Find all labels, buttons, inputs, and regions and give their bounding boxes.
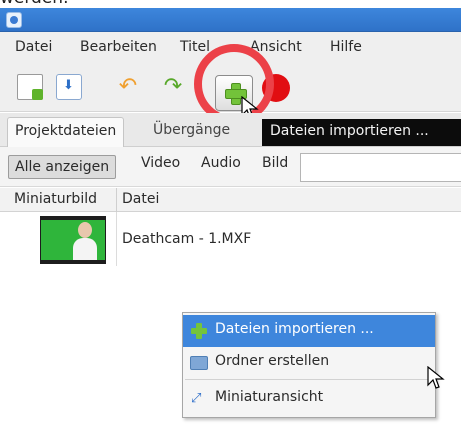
menu-titel[interactable]: Titel	[180, 39, 210, 55]
context-item-label: Miniaturansicht	[215, 389, 324, 405]
cursor-icon	[427, 366, 445, 389]
filter-video-button[interactable]: Video	[141, 155, 180, 171]
column-thumbnail[interactable]: Miniaturbild	[14, 191, 97, 207]
folder-icon	[190, 356, 208, 370]
table-row[interactable]: Deathcam - 1.MXF	[0, 212, 461, 266]
document-text-strip: werden.	[0, 0, 461, 8]
context-item-thumbnail-view[interactable]: ⤢ Miniaturansicht	[183, 383, 435, 415]
annotation-ring	[194, 44, 274, 124]
menu-hilfe[interactable]: Hilfe	[330, 39, 362, 55]
app-icon	[6, 12, 22, 28]
search-input[interactable]	[300, 153, 461, 182]
thumbnail-view-icon: ⤢	[191, 391, 202, 406]
column-divider	[116, 212, 117, 266]
context-item-import-files[interactable]: Dateien importieren ...	[183, 315, 435, 347]
context-item-create-folder[interactable]: Ordner erstellen	[183, 347, 435, 379]
video-thumbnail	[40, 216, 106, 264]
filter-bar: Alle anzeigen Video Audio Bild	[0, 147, 461, 187]
context-menu: Dateien importieren ... Ordner erstellen…	[182, 312, 436, 418]
tab-project-files[interactable]: Projektdateien	[7, 117, 125, 147]
new-file-icon[interactable]	[17, 74, 43, 100]
context-item-label: Ordner erstellen	[215, 353, 330, 369]
save-icon[interactable]	[56, 74, 82, 100]
column-file[interactable]: Datei	[122, 191, 159, 207]
menu-datei[interactable]: Datei	[15, 39, 52, 55]
add-file-icon	[191, 323, 207, 339]
context-item-label: Dateien importieren ...	[215, 321, 374, 337]
header-partial-text: werden.	[0, 0, 68, 8]
redo-icon[interactable]: ↷	[160, 74, 186, 100]
person-figure	[73, 222, 97, 260]
filter-show-all-button[interactable]: Alle anzeigen	[8, 155, 117, 179]
undo-icon[interactable]: ↶	[115, 74, 141, 100]
tab-transitions[interactable]: Übergänge	[146, 117, 237, 147]
column-divider	[116, 188, 117, 212]
context-separator	[185, 379, 433, 380]
filter-audio-button[interactable]: Audio	[201, 155, 241, 171]
list-header: Miniaturbild Datei	[0, 188, 461, 212]
file-name: Deathcam - 1.MXF	[122, 231, 252, 247]
filter-image-button[interactable]: Bild	[262, 155, 288, 171]
window-titlebar	[0, 8, 461, 32]
menu-bearbeiten[interactable]: Bearbeiten	[80, 39, 157, 55]
tooltip: Dateien importieren ...	[262, 119, 461, 146]
